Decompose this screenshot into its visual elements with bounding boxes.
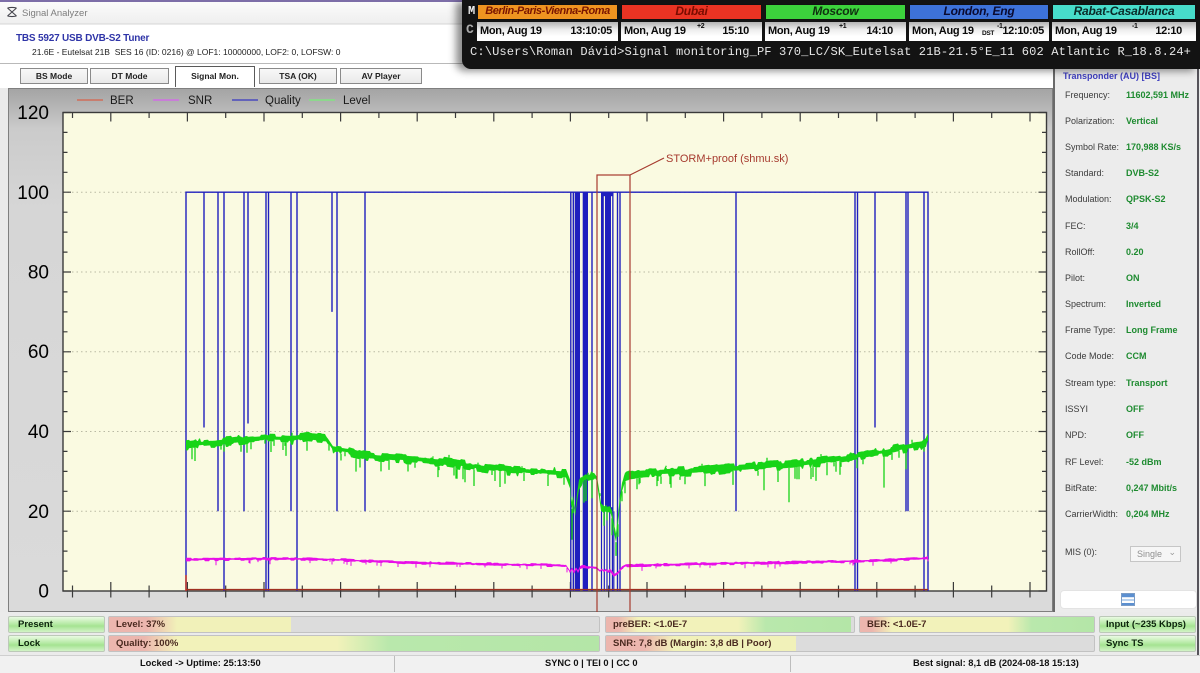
svg-text:Level: Level xyxy=(343,95,371,107)
svg-text:STORM+proof (shmu.sk): STORM+proof (shmu.sk) xyxy=(666,153,788,165)
svg-text:20: 20 xyxy=(28,502,49,523)
svg-text:80: 80 xyxy=(28,263,49,284)
svg-text:BER: BER xyxy=(110,95,134,107)
svg-text:60: 60 xyxy=(28,342,49,363)
svg-text:100: 100 xyxy=(17,183,49,204)
svg-text:120: 120 xyxy=(17,103,49,124)
svg-text:Quality: Quality xyxy=(265,95,301,107)
svg-text:0: 0 xyxy=(38,582,49,603)
svg-text:40: 40 xyxy=(28,422,49,443)
svg-text:SNR: SNR xyxy=(188,95,212,107)
